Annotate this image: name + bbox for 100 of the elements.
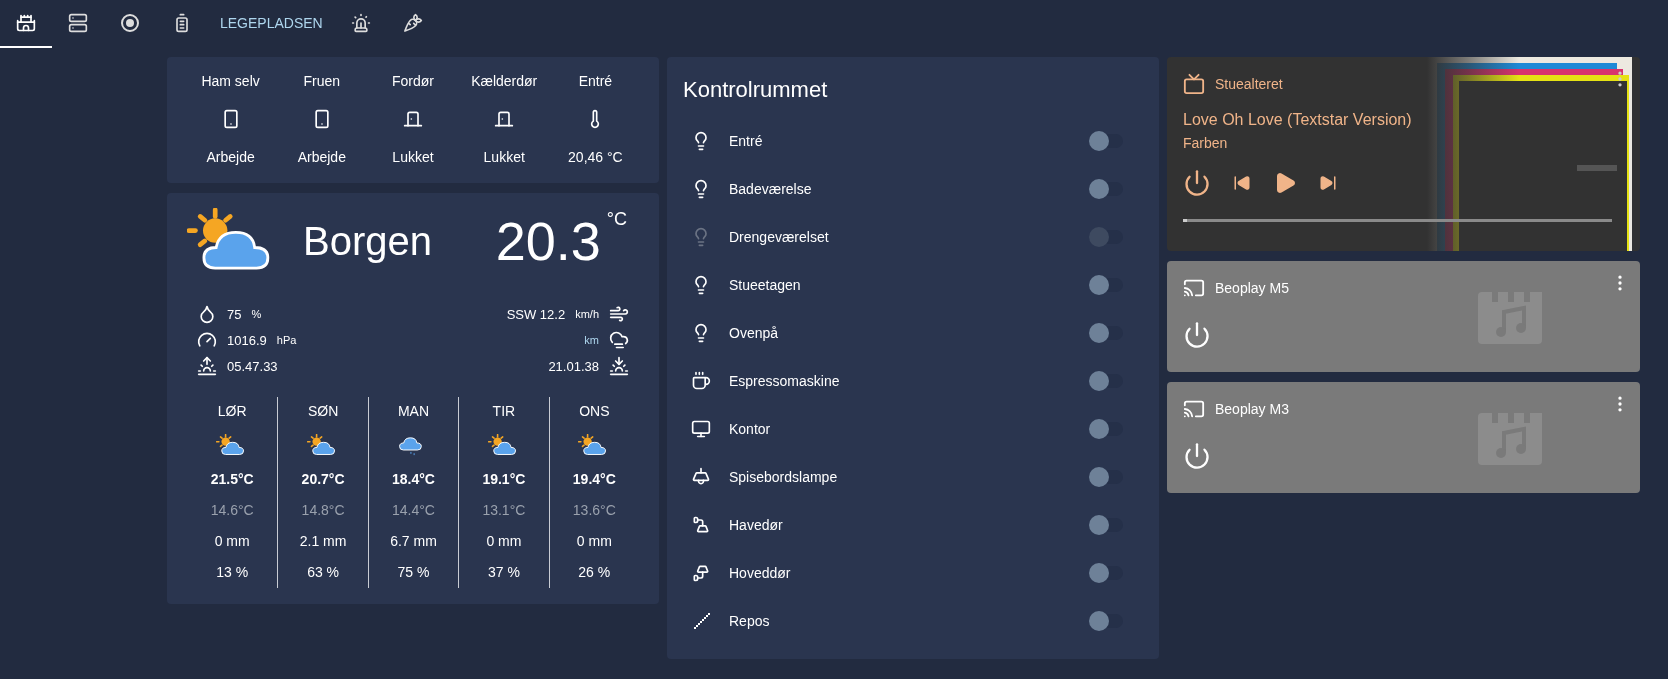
toggle-switch[interactable] <box>1089 374 1123 388</box>
weather-location: Borgen <box>303 218 433 264</box>
castle-icon <box>16 13 36 33</box>
entity-label: Drengeværelset <box>729 229 830 245</box>
entity-name: Fruen <box>303 73 341 89</box>
weather-temperature: 20.3 <box>495 210 601 272</box>
toggle-switch[interactable] <box>1089 278 1123 292</box>
forecast-precipitation: 2.1 mm <box>299 533 347 550</box>
forecast-precipitation: 6.7 mm <box>390 533 437 550</box>
nav-tab[interactable]: LEGEPLADSEN <box>208 0 335 48</box>
power-button[interactable] <box>1183 169 1211 197</box>
unit-label: hPa <box>276 334 297 346</box>
entity-state: Arbejde <box>297 149 346 165</box>
entity-label: Repos <box>729 613 771 629</box>
forecast-day: TIR <box>492 403 516 419</box>
entity-label: Hoveddør <box>729 565 792 581</box>
humidity-icon <box>197 304 217 324</box>
temperature-unit: °C <box>606 209 627 230</box>
humidity-value: 75 <box>227 306 242 322</box>
entity-state: Lukket <box>483 149 525 165</box>
forecast-precipitation: 0 mm <box>486 533 522 550</box>
unit-label: km <box>584 334 599 346</box>
coffee-cup-icon <box>691 371 711 391</box>
entity-name: Fordør <box>392 73 434 89</box>
forecast-high: 21.5°C <box>210 471 254 488</box>
robot-vacuum-icon[interactable] <box>120 13 140 33</box>
toggle-switch[interactable] <box>1089 566 1123 580</box>
forecast-low: 14.6°C <box>210 502 254 519</box>
track-title: Love Oh Love (Textstar Version) <box>1183 111 1413 129</box>
forecast-low: 14.4°C <box>392 502 435 519</box>
ceiling-lamp-icon <box>691 467 711 487</box>
forecast-low: 14.8°C <box>301 502 345 519</box>
carrot-icon <box>402 13 423 33</box>
entity-label: Ovenpå <box>729 325 780 341</box>
door-icon <box>494 109 515 129</box>
wall-lamp-icon <box>691 515 711 535</box>
entity-label: Espressomaskine <box>729 373 841 389</box>
cast-icon <box>1183 277 1205 299</box>
forecast-day: ONS <box>579 403 610 419</box>
entity-label: Entré <box>729 133 764 149</box>
power-button[interactable] <box>1183 442 1211 470</box>
sunrise-icon <box>197 356 217 376</box>
forecast-probability: 37 % <box>487 564 520 581</box>
power-button[interactable] <box>1183 321 1211 349</box>
track-artist: Farben <box>1183 135 1229 151</box>
entity-label: Badeværelse <box>729 181 813 197</box>
wind-icon <box>609 304 629 324</box>
wall-lantern-icon <box>691 563 711 583</box>
entity-state: Lukket <box>392 149 434 165</box>
entity-label: Kontor <box>729 421 772 437</box>
unit-label: % <box>251 308 262 320</box>
entity-label: Stueetagen <box>729 277 802 293</box>
forecast-precipitation: 0 mm <box>214 533 250 550</box>
progress-fill[interactable] <box>1183 219 1188 222</box>
forecast-probability: 26 % <box>578 564 611 581</box>
forecast-day: SØN <box>307 403 339 419</box>
forecast-high: 20.7°C <box>301 471 345 488</box>
pressure-value: 1016.9 <box>227 332 267 348</box>
card-title: Kontrolrummet <box>683 77 829 103</box>
forecast-high: 18.4°C <box>392 471 435 488</box>
forecast-precipitation: 0 mm <box>576 533 612 550</box>
entity-state: Arbejde <box>206 149 255 165</box>
previous-button[interactable] <box>1233 174 1251 192</box>
toggle-switch[interactable] <box>1089 422 1123 436</box>
entity-label: Spisebordslampe <box>729 469 839 485</box>
server-icon <box>68 13 88 33</box>
forecast-low: 13.1°C <box>482 502 526 519</box>
visibility-icon <box>609 330 629 350</box>
computer-icon <box>691 419 711 439</box>
pressure-icon <box>197 330 217 350</box>
sunset-value: 21.01.38 <box>548 358 599 374</box>
player-name: Stuealteret <box>1215 76 1283 92</box>
entity-name: Entré <box>578 73 613 89</box>
forecast-probability: 63 % <box>307 564 340 581</box>
forecast-day: LØR <box>217 403 247 419</box>
cast-icon <box>1183 398 1205 420</box>
player-name: Beoplay M3 <box>1215 401 1289 417</box>
tv-icon <box>1183 73 1205 95</box>
toggle-switch[interactable] <box>1089 182 1123 196</box>
toggle-switch[interactable] <box>1089 614 1123 628</box>
toggle-switch[interactable] <box>1089 470 1123 484</box>
forecast-high: 19.4°C <box>572 471 616 488</box>
sunset-icon <box>609 356 629 376</box>
player-name: Beoplay M5 <box>1215 280 1289 296</box>
entity-state: 20,46 °C <box>568 149 623 165</box>
entity-label: Havedør <box>729 517 784 533</box>
siren-icon <box>350 13 371 33</box>
forecast-day: MAN <box>397 403 430 419</box>
forecast-probability: 75 % <box>397 564 430 581</box>
forecast-probability: 13 % <box>216 564 249 581</box>
toggle-switch[interactable] <box>1089 134 1123 148</box>
wind-value: SSW 12.2 <box>506 306 566 322</box>
entity-name: Kælderdør <box>471 73 538 89</box>
door-icon <box>403 109 423 129</box>
forecast-high: 19.1°C <box>482 471 526 488</box>
toggle-switch[interactable] <box>1089 326 1123 340</box>
forecast-low: 13.6°C <box>572 502 616 519</box>
sunrise-value: 05.47.33 <box>227 358 278 374</box>
toggle-switch[interactable] <box>1089 518 1123 532</box>
next-button[interactable] <box>1319 174 1337 192</box>
